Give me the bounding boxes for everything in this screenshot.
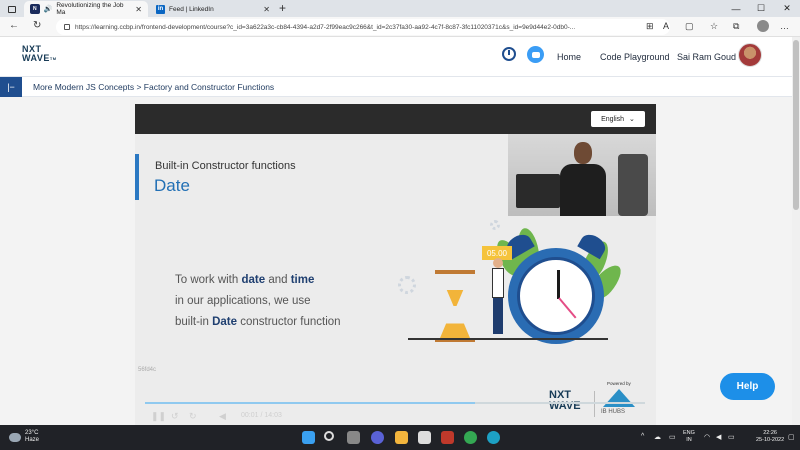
volume-tray-icon[interactable]: ◀ (716, 433, 721, 441)
presenter-webcam (508, 134, 656, 216)
language-indicator[interactable]: ENG IN (683, 430, 695, 444)
weather-widget[interactable]: 23°C Haze (9, 430, 39, 444)
wifi-icon[interactable]: ◠ (704, 433, 710, 441)
chrome-icon[interactable] (464, 431, 477, 444)
video-top-bar (135, 104, 656, 134)
sidebar-toggle-button[interactable]: |− (0, 77, 22, 97)
windows-taskbar: 23°C Haze ^ ☁ ▭ ENG IN ◠ ◀ ▭ 22:26 25-10-20… (0, 425, 800, 450)
notification-icon[interactable]: ▢ (788, 433, 795, 441)
file-explorer-icon[interactable] (395, 431, 408, 444)
avatar[interactable] (738, 43, 762, 67)
tab-actions-button[interactable] (2, 1, 22, 17)
slide-title: Date (154, 176, 190, 195)
url-input[interactable]: https://learning.ccbp.in/frontend-develo… (56, 19, 670, 35)
volume-icon[interactable]: ◀ (219, 411, 226, 422)
favorites-icon[interactable]: ☆ (710, 21, 718, 32)
speaker-icon: 🔊 (43, 6, 53, 13)
linkedin-favicon-icon: in (156, 4, 165, 14)
tab-actions-icon (8, 5, 16, 13)
play-pause-icon[interactable]: ❚❚ (151, 411, 166, 422)
maximize-button[interactable]: ☐ (749, 0, 773, 17)
network-icon[interactable]: ▭ (669, 433, 676, 441)
url-text: https://learning.ccbp.in/frontend-develo… (75, 23, 576, 31)
video-controls: ❚❚ ↺ ↻ ◀ 00:01 / 14:03 (135, 400, 656, 425)
video-time: 00:01 / 14:03 (241, 412, 282, 419)
close-tab-icon[interactable]: ✕ (135, 5, 142, 14)
edge-icon[interactable] (487, 431, 500, 444)
progress-bar[interactable] (145, 402, 645, 404)
haze-icon (9, 432, 21, 442)
nxtwave-logo[interactable]: NXT WAVETM (22, 45, 57, 63)
site-header: NXT WAVETM Home Code Playground Sai Ram … (0, 37, 792, 77)
chevron-down-icon: ⌄ (629, 116, 635, 123)
accent-bar (135, 154, 139, 200)
profile-icon[interactable] (757, 20, 769, 32)
minimize-button[interactable]: — (724, 0, 748, 17)
nxtwave-favicon-icon: N (30, 4, 40, 14)
breadcrumb[interactable]: More Modern JS Concepts > Factory and Co… (33, 82, 274, 92)
help-button[interactable]: Help (720, 373, 775, 400)
video-player[interactable]: English ⌄ Built-in Constructor functions… (135, 104, 656, 425)
tab-title: Feed | LinkedIn (169, 5, 214, 13)
scrollbar[interactable] (792, 37, 800, 425)
clock-illustration: 05.00 (390, 220, 627, 364)
cloud-icon[interactable]: ☁ (654, 433, 661, 441)
store-icon[interactable] (418, 431, 431, 444)
split-screen-icon[interactable]: ▢ (685, 21, 694, 32)
apps-icon[interactable]: ⊞ (646, 21, 654, 32)
new-tab-button[interactable]: + (279, 1, 286, 15)
slide-subtitle: Built-in Constructor functions (155, 160, 296, 172)
clock-icon (508, 248, 604, 344)
mcafee-icon[interactable] (441, 431, 454, 444)
clock[interactable]: 22:26 25-10-2022 (756, 430, 784, 444)
home-link[interactable]: Home (557, 52, 581, 62)
rewind-icon[interactable]: ↺ (171, 411, 179, 422)
teams-chat-icon[interactable] (371, 431, 384, 444)
browser-tab-strip: N 🔊 Revolutionizing the Job Ma ✕ in Feed… (0, 0, 800, 17)
user-name[interactable]: Sai Ram Goud (677, 52, 736, 62)
address-bar-row: ← ↻ https://learning.ccbp.in/frontend-de… (0, 17, 800, 37)
breadcrumb-bar: |− More Modern JS Concepts > Factory and… (0, 77, 792, 97)
laptop-image (516, 174, 560, 208)
hourglass-icon (440, 274, 470, 306)
back-icon[interactable]: ← (9, 20, 19, 31)
windows-start-icon[interactable] (302, 431, 315, 444)
powered-by-label: Powered by (607, 381, 631, 386)
close-tab-icon[interactable]: ✕ (263, 5, 270, 14)
watermark: 56fd4c (138, 367, 157, 373)
close-window-button[interactable]: ✕ (775, 0, 799, 17)
code-playground-link[interactable]: Code Playground (600, 52, 670, 62)
lock-icon (64, 24, 70, 30)
tab-title: Revolutionizing the Job Ma (56, 2, 124, 16)
show-hidden-icons[interactable]: ^ (641, 433, 644, 440)
battery-icon[interactable]: ▭ (728, 433, 735, 441)
reload-icon[interactable]: ↻ (33, 20, 41, 31)
language-select[interactable]: English ⌄ (591, 111, 645, 127)
slide-body: To work with date and time in our applic… (175, 274, 341, 328)
read-aloud-icon[interactable]: A (663, 21, 669, 31)
search-icon[interactable] (324, 431, 334, 441)
more-options-icon[interactable]: … (780, 21, 789, 31)
gear-icon (398, 276, 416, 294)
timer-icon[interactable] (502, 47, 516, 61)
chat-icon[interactable] (527, 46, 544, 63)
forward-icon[interactable]: ↻ (189, 411, 197, 422)
tab-linkedin[interactable]: in Feed | LinkedIn ✕ (150, 1, 276, 17)
collections-icon[interactable]: ⧉ (733, 21, 739, 32)
task-view-icon[interactable] (347, 431, 360, 444)
tab-course[interactable]: N 🔊 Revolutionizing the Job Ma ✕ (24, 1, 148, 17)
